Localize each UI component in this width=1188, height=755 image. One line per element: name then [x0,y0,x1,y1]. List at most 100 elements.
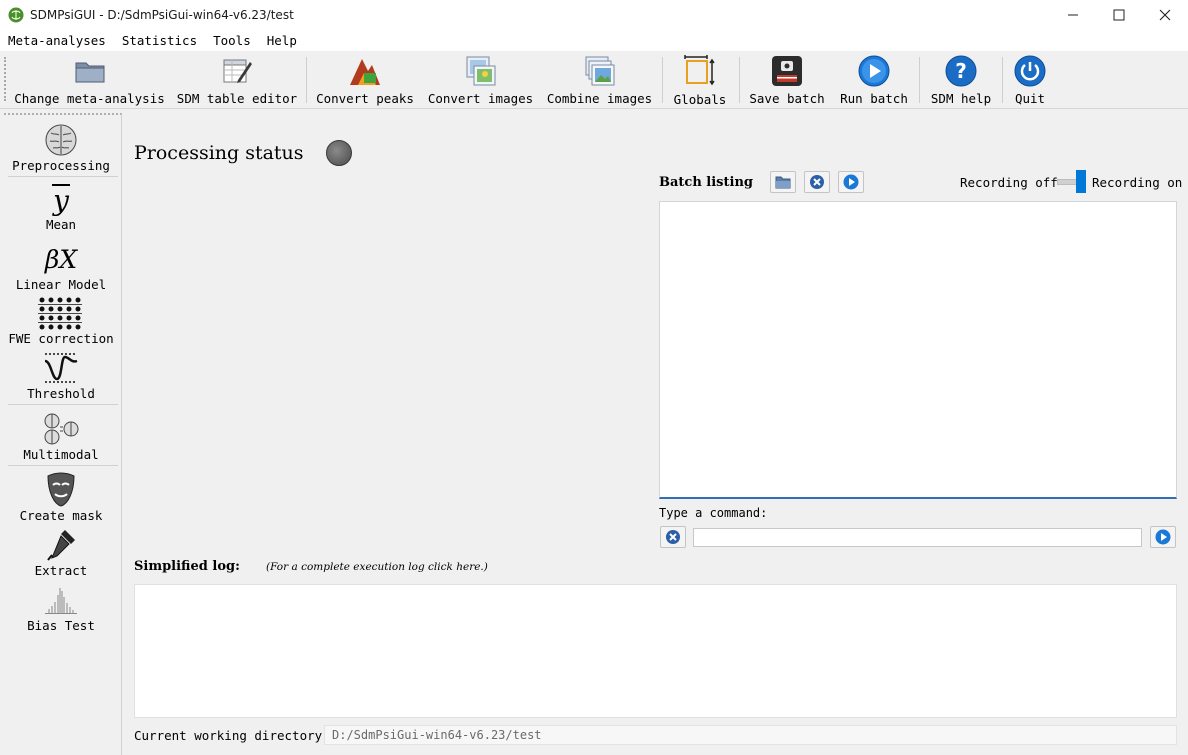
run-batch-label: Run batch [840,91,908,106]
sidebar-item-mean[interactable]: y Mean [4,181,118,232]
menu-bar: Meta-analyses Statistics Tools Help [0,30,1188,51]
sidebar-item-label: Create mask [19,508,103,523]
sidebar-item-label: Linear Model [15,277,107,292]
complete-log-link[interactable]: (For a complete execution log click here… [266,561,488,573]
sidebar-item-label: Bias Test [27,618,95,633]
toolbar-separator [919,57,920,103]
command-label: Type a command: [659,506,768,520]
svg-text:?: ? [955,59,967,83]
globals-button[interactable]: Globals [673,54,727,107]
mask-icon [47,472,75,507]
recording-off-label: Recording off [960,175,1058,190]
run-batch-small-button[interactable] [838,171,864,193]
sidebar-item-bias-test[interactable]: Bias Test [4,582,118,633]
sidebar-item-extract[interactable]: Extract [4,527,118,578]
mean-icon: y [53,183,69,217]
sidebar-item-label: Extract [34,563,88,578]
menu-tools[interactable]: Tools [205,33,259,48]
play-icon [858,55,890,86]
quit-label: Quit [1014,91,1046,106]
title-bar: SDMPsiGUI - D:/SdmPsiGui-win64-v6.23/tes… [0,0,1188,30]
play-icon [843,174,859,190]
folder-icon [775,176,791,189]
combine-images-label: Combine images [546,91,653,106]
open-batch-button[interactable] [770,171,796,193]
help-icon: ? [945,55,977,86]
change-meta-analysis-button[interactable]: Change meta-analysis [14,54,165,106]
maximize-icon [1113,9,1125,21]
grid-icon [38,297,82,330]
convert-images-button[interactable]: Convert images [427,54,534,106]
sdm-table-editor-button[interactable]: SDM table editor [176,54,298,106]
sdm-table-editor-label: SDM table editor [176,91,298,106]
sidebar-item-multimodal[interactable]: Multimodal [4,411,118,462]
menu-statistics[interactable]: Statistics [114,33,205,48]
recording-on-label: Recording on [1092,175,1183,190]
minimize-icon [1068,14,1078,16]
sidebar-separator [8,404,118,405]
recording-slider-handle[interactable] [1076,170,1086,193]
batch-listing-label: Batch listing [659,175,753,190]
sdm-help-label: SDM help [930,91,992,106]
clear-batch-button[interactable] [804,171,830,193]
multimodal-icon [44,413,79,445]
cwd-label: Current working directory: [134,728,330,743]
play-icon [1155,529,1171,545]
convert-images-label: Convert images [427,91,534,106]
cwd-value: D:/SdmPsiGui-win64-v6.23/test [324,725,1177,745]
sidebar-item-threshold[interactable]: Threshold [4,350,118,401]
simplified-log-box[interactable] [134,584,1177,718]
save-batch-icon [772,55,802,86]
clear-command-button[interactable] [660,526,686,548]
sidebar-item-label: Multimodal [23,447,99,462]
sidebar-item-label: Threshold [27,386,95,401]
brain-icon [45,124,77,156]
toolbar-grip[interactable] [4,57,6,101]
analysis-sidebar: Preprocessing y Mean βX Linear Model FWE… [4,113,122,755]
run-command-button[interactable] [1150,526,1176,548]
combine-images-button[interactable]: Combine images [546,54,653,106]
menu-help[interactable]: Help [259,33,305,48]
clear-icon [810,175,824,189]
processing-status-title: Processing status [134,142,304,164]
menu-meta-analyses[interactable]: Meta-analyses [0,33,114,48]
toolbar: Change meta-analysis SDM table editor Co… [0,51,1188,109]
peaks-icon [350,58,380,85]
close-icon [1159,9,1171,21]
dropper-icon [47,530,75,561]
toolbar-separator [739,57,740,103]
sidebar-item-fwe-correction[interactable]: FWE correction [4,295,118,346]
sidebar-item-label: Preprocessing [12,158,110,173]
command-input[interactable] [693,528,1142,547]
quit-button[interactable]: Quit [1010,54,1050,106]
sidebar-item-linear-model[interactable]: βX Linear Model [4,241,118,293]
funnel-plot-icon [45,588,77,614]
save-batch-button[interactable]: Save batch [749,54,825,106]
toolbar-separator [306,57,307,103]
convert-peaks-button[interactable]: Convert peaks [316,54,414,106]
globals-label: Globals [673,92,727,107]
batch-listing-box[interactable] [659,201,1177,499]
threshold-icon [44,353,78,383]
linear-model-icon: βX [44,244,78,274]
status-led-icon [326,140,352,166]
change-meta-analysis-label: Change meta-analysis [14,91,165,106]
app-brain-icon [8,7,24,23]
run-batch-button[interactable]: Run batch [840,54,908,106]
sdm-help-button[interactable]: ? SDM help [930,54,992,106]
clear-icon [666,530,680,544]
window-title: SDMPsiGUI - D:/SdmPsiGui-win64-v6.23/tes… [30,8,294,22]
sidebar-item-create-mask[interactable]: Create mask [4,472,118,523]
close-button[interactable] [1142,0,1188,30]
sidebar-item-preprocessing[interactable]: Preprocessing [4,122,118,173]
maximize-button[interactable] [1096,0,1142,30]
sidebar-separator [8,176,118,177]
sidebar-item-label: Mean [45,217,77,232]
folder-icon [75,62,104,82]
toolbar-separator [662,57,663,103]
toolbar-separator [1002,57,1003,103]
power-icon [1014,55,1046,86]
simplified-log-label: Simplified log: [134,559,240,574]
minimize-button[interactable] [1050,0,1096,30]
sidebar-separator [8,465,118,466]
